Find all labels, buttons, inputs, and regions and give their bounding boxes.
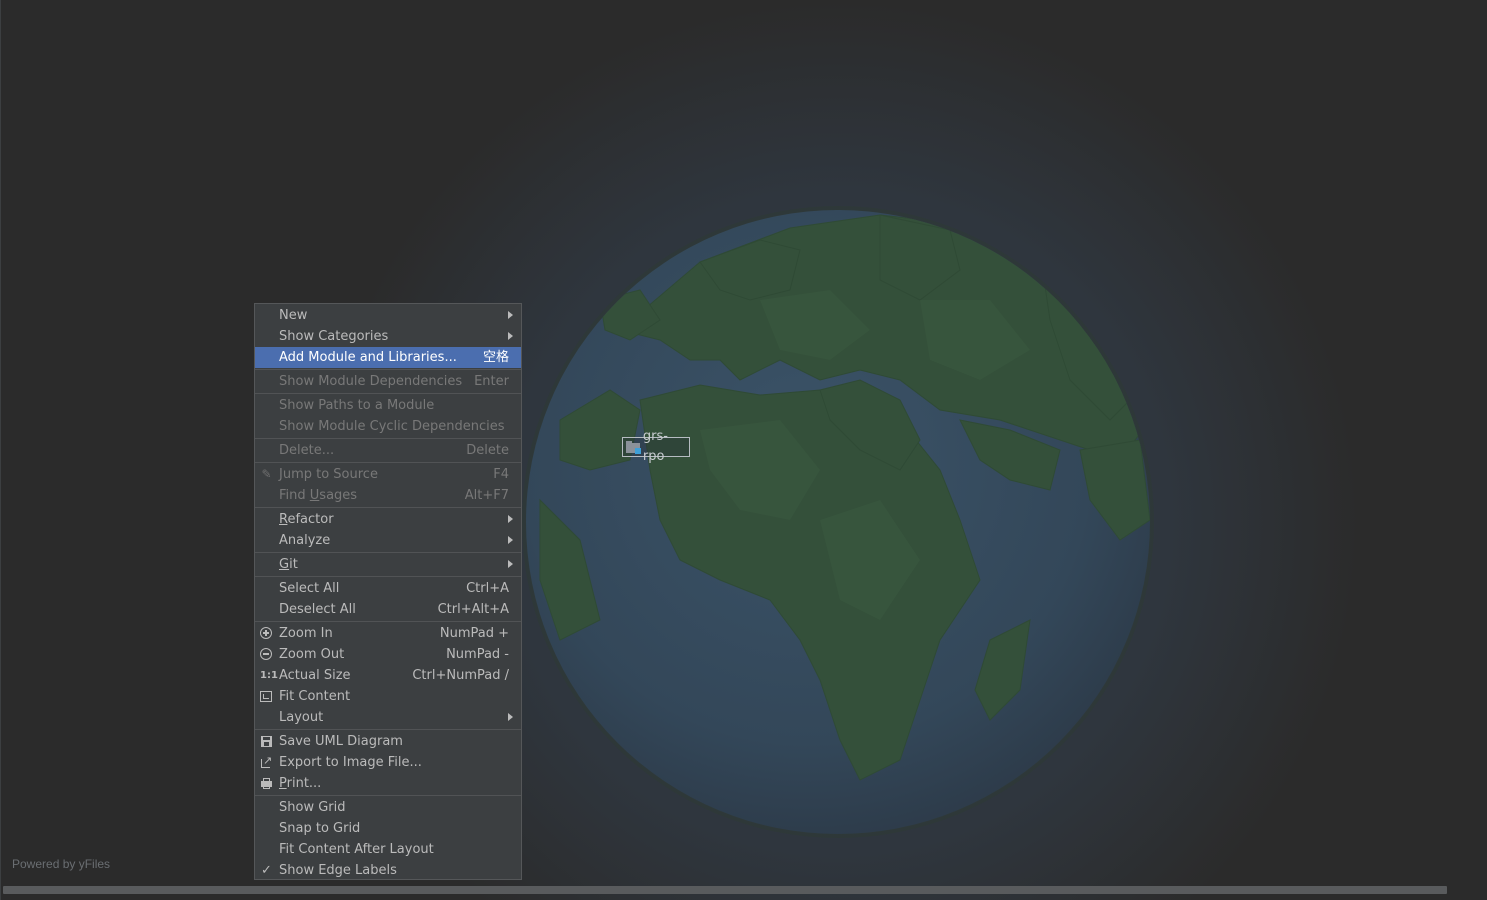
menu-item-jump-to-source[interactable]: ✎ Jump to Source F4 [255,464,521,485]
menu-item-label: Show Paths to a Module [279,398,435,413]
check-icon: ✓ [261,863,272,878]
module-node[interactable]: grs-rpo [622,429,690,464]
menu-separator [255,507,521,508]
menu-item-shortcut: Delete [466,443,509,458]
menu-item-label: Fit Content After Layout [279,842,434,857]
menu-item-save-uml-diagram[interactable]: Save UML Diagram [255,731,521,752]
print-icon [260,777,273,790]
menu-item-fit-content-after-layout[interactable]: Fit Content After Layout [255,839,521,860]
menu-item-label: Analyze [279,533,331,548]
menu-item-new[interactable]: New [255,305,521,326]
menu-item-shortcut: 空格 [482,350,509,365]
menu-item-git[interactable]: Git [255,554,521,575]
actual-size-icon: 1:1 [260,670,278,681]
menu-item-label: Fit Content [279,689,351,704]
menu-separator [255,729,521,730]
menu-item-fit-content[interactable]: Fit Content [255,686,521,707]
menu-item-label: Layout [279,710,324,725]
menu-item-label: New [279,308,308,323]
menu-item-label: Select All [279,581,340,596]
powered-by-label: Powered by yFiles [12,857,111,871]
menu-item-show-categories[interactable]: Show Categories [255,326,521,347]
menu-item-show-cyclic-dependencies[interactable]: Show Module Cyclic Dependencies [255,416,521,437]
menu-item-zoom-in[interactable]: Zoom In NumPad + [255,623,521,644]
menu-item-shortcut: Alt+F7 [464,488,509,503]
menu-separator [255,393,521,394]
menu-item-shortcut: Ctrl+Alt+A [437,602,509,617]
menu-item-show-paths[interactable]: Show Paths to a Module [255,395,521,416]
menu-item-shortcut: NumPad + [439,626,509,641]
menu-item-layout[interactable]: Layout [255,707,521,728]
menu-item-shortcut: F4 [493,467,509,482]
pencil-icon: ✎ [261,467,272,481]
module-node-label: grs-rpo [642,429,668,464]
menu-item-label: Show Edge Labels [279,863,397,878]
menu-item-label: Zoom Out [279,647,345,662]
menu-item-label: Find Usages [279,488,358,503]
submenu-arrow-icon [508,536,513,544]
save-icon [261,736,272,747]
menu-separator [255,621,521,622]
menu-item-label: Show Categories [279,329,389,344]
menu-item-label: Refactor [279,512,334,527]
menu-item-export-image[interactable]: Export to Image File... [255,752,521,773]
menu-item-label: Delete... [279,443,335,458]
fit-content-icon [260,691,272,702]
menu-item-actual-size[interactable]: 1:1 Actual Size Ctrl+NumPad / [255,665,521,686]
menu-item-label: Show Module Dependencies [279,374,463,389]
submenu-arrow-icon [508,713,513,721]
menu-item-label: Actual Size [279,668,351,683]
menu-item-deselect-all[interactable]: Deselect All Ctrl+Alt+A [255,599,521,620]
menu-separator [255,552,521,553]
submenu-arrow-icon [508,311,513,319]
menu-item-shortcut: Ctrl+NumPad / [412,668,509,683]
menu-item-zoom-out[interactable]: Zoom Out NumPad - [255,644,521,665]
menu-item-print[interactable]: Print... [255,773,521,794]
menu-item-label: Print... [279,776,322,791]
menu-item-show-module-dependencies[interactable]: Show Module Dependencies Enter [255,371,521,392]
menu-item-select-all[interactable]: Select All Ctrl+A [255,578,521,599]
zoom-out-icon [260,648,272,660]
menu-item-find-usages[interactable]: Find Usages Alt+F7 [255,485,521,506]
submenu-arrow-icon [508,515,513,523]
menu-item-shortcut: NumPad - [446,647,509,662]
menu-item-label: Show Grid [279,800,346,815]
module-folder-icon [626,441,641,454]
globe-background [522,206,1154,838]
export-icon [260,754,273,769]
menu-item-delete[interactable]: Delete... Delete [255,440,521,461]
menu-item-label: Save UML Diagram [279,734,403,749]
zoom-in-icon [260,627,272,639]
menu-separator [255,369,521,370]
context-menu: New Show Categories Add Module and Libra… [254,303,522,880]
menu-item-label: Jump to Source [279,467,378,482]
submenu-arrow-icon [508,332,513,340]
menu-item-show-edge-labels[interactable]: ✓ Show Edge Labels [255,860,521,881]
menu-item-add-module[interactable]: Add Module and Libraries... 空格 [255,347,521,368]
menu-separator [255,795,521,796]
menu-item-snap-to-grid[interactable]: Snap to Grid [255,818,521,839]
horizontal-scrollbar[interactable] [3,886,1447,894]
menu-separator [255,438,521,439]
menu-separator [255,576,521,577]
menu-item-label: Zoom In [279,626,333,641]
menu-item-label: Deselect All [279,602,356,617]
menu-item-show-grid[interactable]: Show Grid [255,797,521,818]
menu-item-shortcut: Enter [474,374,509,389]
menu-item-label: Git [279,557,298,572]
menu-item-refactor[interactable]: Refactor [255,509,521,530]
submenu-arrow-icon [508,560,513,568]
menu-item-label: Snap to Grid [279,821,361,836]
menu-item-label: Export to Image File... [279,755,422,770]
menu-separator [255,462,521,463]
menu-item-shortcut: Ctrl+A [466,581,509,596]
menu-item-label: Add Module and Libraries... [279,350,457,365]
menu-item-analyze[interactable]: Analyze [255,530,521,551]
menu-item-label: Show Module Cyclic Dependencies [279,419,505,434]
